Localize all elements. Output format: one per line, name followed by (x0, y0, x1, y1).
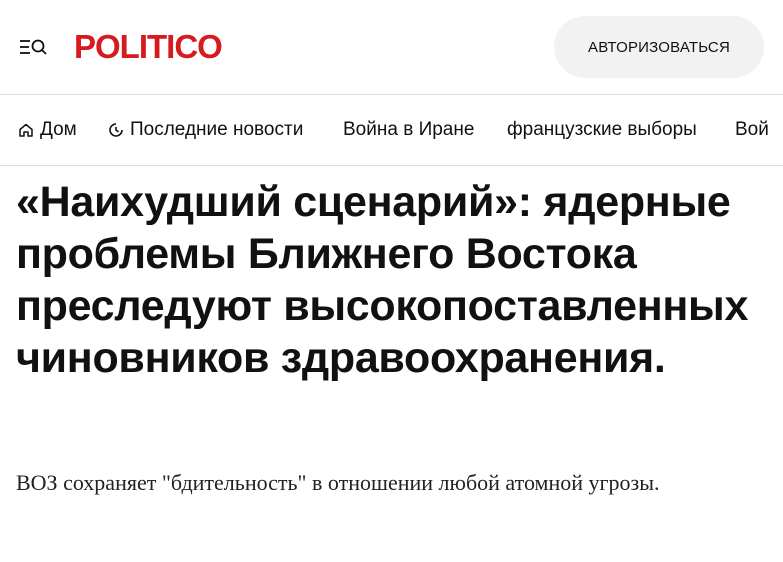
home-icon (19, 123, 33, 137)
article-headline: «Наихудший сценарий»: ядерные проблемы Б… (16, 178, 749, 382)
article-dek: ВОЗ сохраняет "бдительность" в отношении… (16, 470, 660, 495)
nav-item-war[interactable]: Вой (735, 117, 769, 143)
menu-search-icon[interactable] (18, 34, 48, 60)
nav-item-iran-war[interactable]: Война в Иране (343, 117, 474, 143)
site-header: POLITICO АВТОРИЗОВАТЬСЯ (0, 0, 783, 95)
nav-item-latest-news[interactable]: Последние новости (108, 117, 303, 143)
site-logo[interactable]: POLITICO (74, 25, 223, 69)
login-button[interactable]: АВТОРИЗОВАТЬСЯ (554, 16, 764, 78)
nav-item-label: Война в Иране (343, 119, 475, 140)
nav-item-home[interactable]: Дом (18, 117, 77, 143)
clock-icon (109, 123, 123, 137)
nav-item-label: Вой (735, 119, 769, 140)
nav-item-label: Дом (40, 119, 77, 140)
nav-item-label: французские выборы (507, 119, 697, 140)
nav-item-french-elections[interactable]: французские выборы (507, 117, 697, 143)
nav-item-label: Последние новости (130, 119, 304, 140)
section-nav: Дом Последние новости Война в Иране фран… (0, 95, 783, 166)
